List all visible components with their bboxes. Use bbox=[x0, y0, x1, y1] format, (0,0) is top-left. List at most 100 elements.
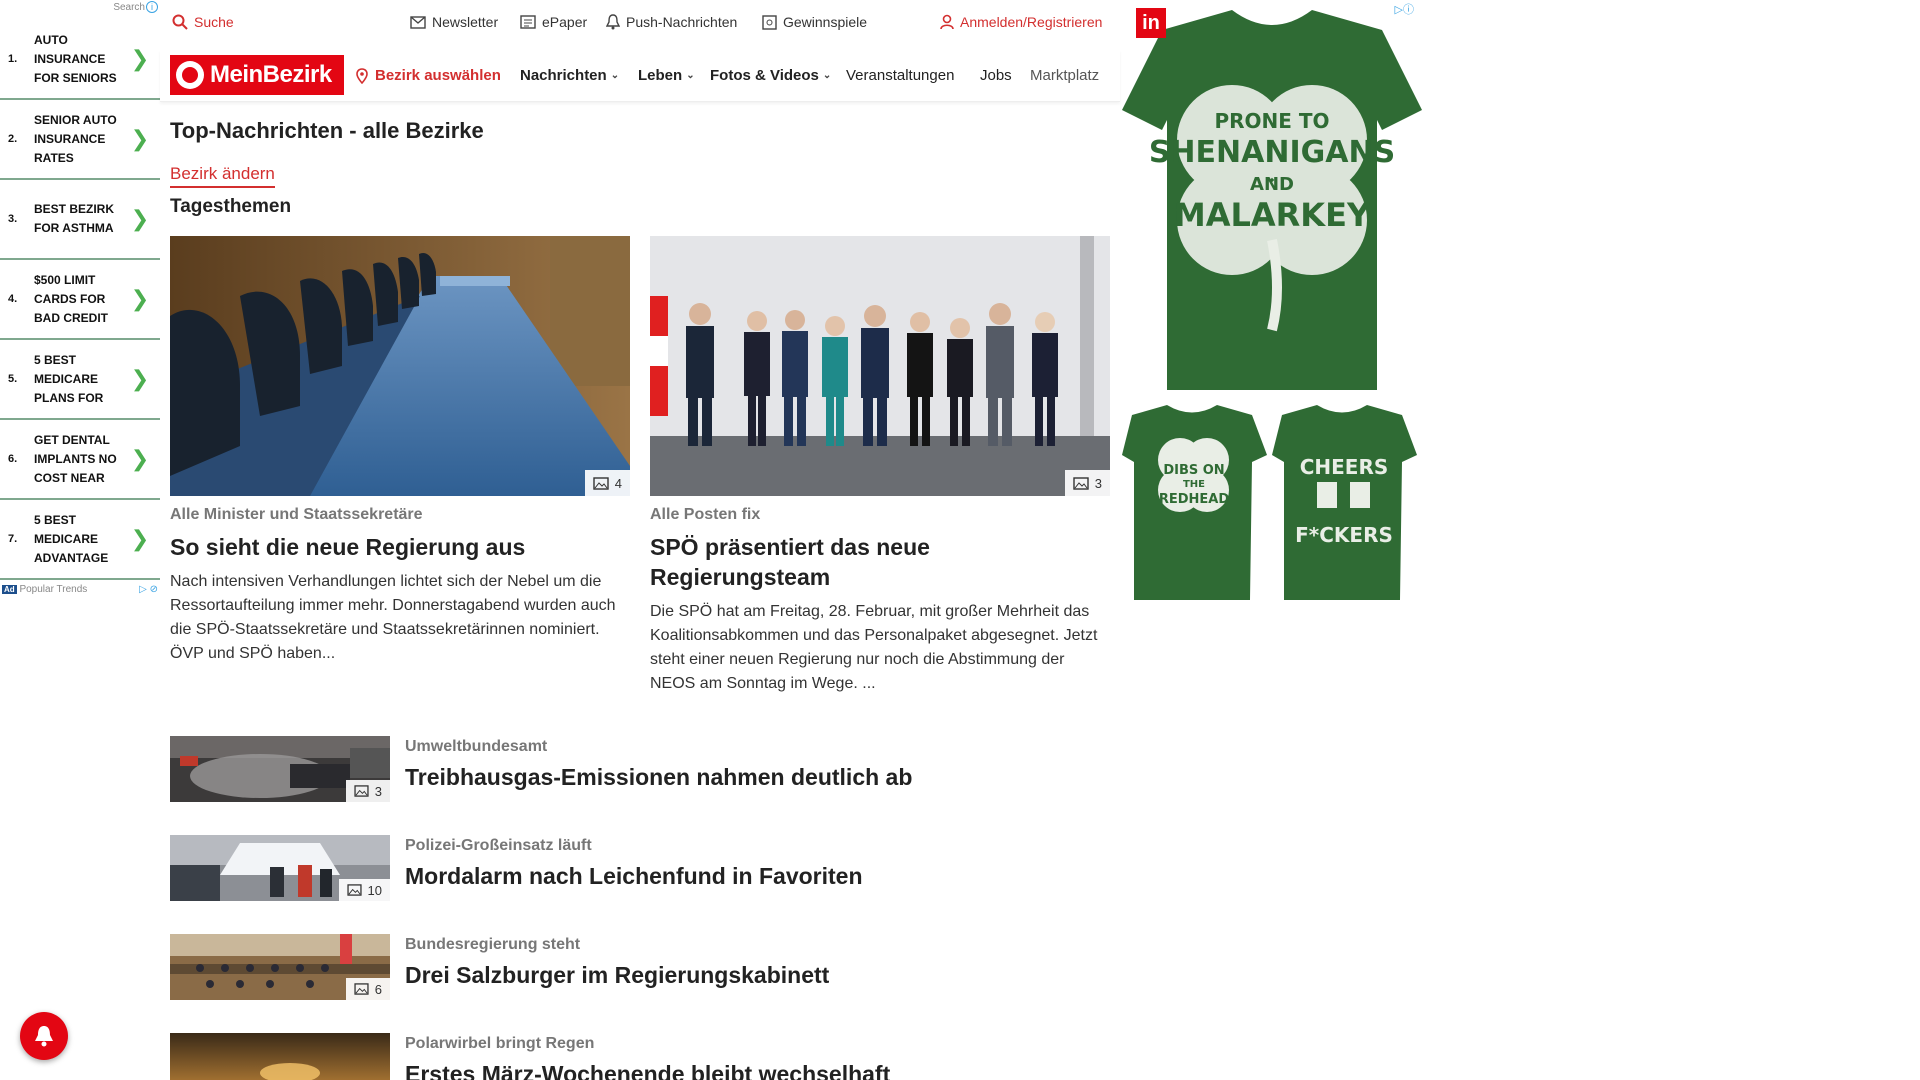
gewinnspiele-label: Gewinnspiele bbox=[783, 14, 868, 30]
advertiser-logo[interactable]: in bbox=[1136, 8, 1166, 38]
article-thumbnail[interactable] bbox=[170, 1033, 390, 1080]
shirt-text-line: PRONE TO bbox=[1214, 109, 1329, 133]
section-title: Tagesthemen bbox=[170, 196, 292, 217]
rainy-sunset-illustration bbox=[170, 1033, 390, 1080]
nav-marktplatz[interactable]: Marktplatz bbox=[1030, 67, 1110, 84]
ad-footer-label: Popular Trends bbox=[19, 584, 88, 595]
chevron-down-icon: ⌄ bbox=[610, 70, 620, 81]
epaper-link[interactable]: ePaper bbox=[520, 14, 587, 30]
bell-icon bbox=[606, 14, 620, 30]
search-label: Suche bbox=[194, 14, 234, 30]
chevron-right-icon: ❯ bbox=[130, 126, 150, 152]
nav-nachrichten[interactable]: Nachrichten ⌄ bbox=[520, 67, 619, 84]
info-icon[interactable]: i bbox=[146, 1, 158, 13]
article-headline[interactable]: SPÖ präsentiert das neue Regierungsteam bbox=[650, 532, 1110, 592]
article-kicker: Polizei-Großeinsatz läuft bbox=[405, 837, 592, 854]
article-list-item[interactable]: Polarwirbel bringt Regen Erstes März-Woc… bbox=[170, 1033, 1110, 1080]
adchoices-icon[interactable]: ▷ ⊘ bbox=[139, 584, 158, 595]
bezirk-select-button[interactable]: Bezirk auswählen bbox=[356, 67, 501, 84]
article-thumbnail[interactable]: 3 bbox=[170, 736, 390, 802]
featured-article-1[interactable]: 4 Alle Minister und Staatssekretäre So s… bbox=[170, 236, 630, 666]
bezirk-change-link[interactable]: Bezirk ändern bbox=[170, 164, 275, 188]
article-kicker: Polarwirbel bringt Regen bbox=[405, 1035, 595, 1052]
epaper-label: ePaper bbox=[542, 14, 588, 30]
photo-count: 4 bbox=[614, 475, 622, 491]
nav-label: Leben bbox=[638, 67, 683, 84]
ad-search-label[interactable]: Search i bbox=[113, 1, 158, 13]
nav-label: Marktplatz bbox=[1030, 67, 1100, 84]
chevron-right-icon: ❯ bbox=[130, 366, 150, 392]
article-list-item[interactable]: 10 Polizei-Großeinsatz läuft Mordalarm n… bbox=[170, 835, 1110, 905]
ad-link-number: 6. bbox=[8, 453, 18, 465]
article-headline[interactable]: Drei Salzburger im Regierungskabinett bbox=[405, 962, 829, 989]
utility-bar: Suche Newsletter ePaper Push-Nachrichten… bbox=[160, 0, 1120, 46]
nav-fotos-videos[interactable]: Fotos & Videos ⌄ bbox=[710, 67, 831, 84]
chevron-right-icon: ❯ bbox=[130, 286, 150, 312]
notification-bell-button[interactable] bbox=[20, 1012, 68, 1060]
adchoices-icon[interactable]: ▷ⓘ bbox=[1395, 1, 1414, 17]
ad-search-text: Search bbox=[113, 2, 145, 13]
article-kicker: Bundesregierung steht bbox=[405, 936, 581, 953]
article-headline[interactable]: So sieht die neue Regierung aus bbox=[170, 532, 630, 562]
nav-jobs[interactable]: Jobs bbox=[980, 67, 1012, 84]
chevron-down-icon: ⌄ bbox=[686, 70, 695, 81]
ad-link-1[interactable]: 1. AUTO INSURANCE FOR SENIORS ❯ bbox=[0, 20, 160, 100]
photo-count-badge: 6 bbox=[345, 978, 390, 1000]
bezirk-select-label: Bezirk auswählen bbox=[375, 67, 501, 84]
gallery-icon bbox=[1073, 476, 1089, 490]
shirt-text-line: SHENANIGANS bbox=[1149, 135, 1395, 170]
article-thumbnail[interactable]: 6 bbox=[170, 934, 390, 1000]
nav-leben[interactable]: Leben ⌄ bbox=[638, 67, 695, 84]
logo-sun-icon bbox=[176, 61, 204, 89]
photo-count: 6 bbox=[374, 981, 382, 997]
push-notifications-link[interactable]: Push-Nachrichten bbox=[606, 14, 737, 30]
article-headline[interactable]: Erstes März-Wochenende bleibt wechselhaf… bbox=[405, 1061, 890, 1080]
login-link[interactable]: Anmelden/Registrieren bbox=[940, 14, 1102, 30]
article-list-item[interactable]: 3 Umweltbundesamt Treibhausgas-Emissione… bbox=[170, 736, 1110, 806]
article-headline[interactable]: Treibhausgas-Emissionen nahmen deutlich … bbox=[405, 764, 912, 791]
ad-link-number: 7. bbox=[8, 533, 18, 545]
chevron-down-icon: ⌄ bbox=[822, 70, 832, 81]
ad-link-text: SENIOR AUTO INSURANCE RATES bbox=[34, 112, 117, 165]
photo-count-badge: 3 bbox=[1064, 470, 1110, 496]
photo-count: 3 bbox=[1094, 475, 1102, 491]
ad-link-2[interactable]: 2. SENIOR AUTO INSURANCE RATES ❯ bbox=[0, 100, 160, 180]
nav-label: Nachrichten bbox=[520, 67, 607, 84]
ad-link-text: 5 BEST MEDICARE PLANS FOR bbox=[34, 352, 104, 405]
newsletter-link[interactable]: Newsletter bbox=[410, 14, 498, 30]
ad-link-4[interactable]: 4. $500 LIMIT CARDS FOR BAD CREDIT ❯ bbox=[0, 260, 160, 340]
photo-count: 10 bbox=[367, 882, 382, 898]
site-logo[interactable]: MeinBezirk bbox=[170, 55, 344, 95]
article-headline[interactable]: Mordalarm nach Leichenfund in Favoriten bbox=[405, 863, 863, 890]
main-navigation: MeinBezirk Bezirk auswählen Nachrichten ⌄… bbox=[160, 50, 1120, 102]
shirt-text-line: F*CKERS bbox=[1295, 523, 1393, 547]
shirt-text-line: AND bbox=[1250, 174, 1294, 195]
ad-link-number: 3. bbox=[8, 213, 18, 225]
ad-link-7[interactable]: 7. 5 BEST MEDICARE ADVANTAGE ❯ bbox=[0, 500, 160, 580]
ad-link-number: 5. bbox=[8, 373, 18, 385]
article-image-parliament-chairs[interactable]: 4 bbox=[170, 236, 630, 496]
chevron-right-icon: ❯ bbox=[130, 526, 150, 552]
search-link[interactable]: Suche bbox=[172, 14, 234, 30]
nav-label: Fotos & Videos bbox=[710, 67, 819, 84]
article-thumbnail[interactable]: 10 bbox=[170, 835, 390, 901]
nav-label: Jobs bbox=[980, 67, 1012, 84]
ad-link-6[interactable]: 6. GET DENTAL IMPLANTS NO COST NEAR ❯ bbox=[0, 420, 160, 500]
ad-footer: Ad Popular Trends ▷ ⊘ bbox=[0, 584, 160, 600]
ad-link-5[interactable]: 5. 5 BEST MEDICARE PLANS FOR ❯ bbox=[0, 340, 160, 420]
ad-link-3[interactable]: 3. BEST BEZIRK FOR ASTHMA ❯ bbox=[0, 180, 160, 260]
nav-veranstaltungen[interactable]: Veranstaltungen bbox=[846, 67, 954, 84]
government-team-illustration bbox=[650, 236, 1110, 496]
featured-article-2[interactable]: 3 Alle Posten fix SPÖ präsentiert das ne… bbox=[650, 236, 1110, 696]
ad-link-number: 4. bbox=[8, 293, 18, 305]
article-teaser: Nach intensiven Verhandlungen lichtet si… bbox=[170, 573, 616, 662]
ad-link-number: 1. bbox=[8, 53, 18, 65]
article-list-item[interactable]: 6 Bundesregierung steht Drei Salzburger … bbox=[170, 934, 1110, 1004]
right-ad-panel[interactable]: PRONE TO SHENANIGANS AND MALARKEY DIBS O… bbox=[1122, 0, 1422, 600]
nav-label: Veranstaltungen bbox=[846, 67, 955, 84]
photo-count-badge: 3 bbox=[345, 780, 390, 802]
article-image-government-team[interactable]: 3 bbox=[650, 236, 1110, 496]
push-label: Push-Nachrichten bbox=[626, 14, 738, 30]
article-kicker: Alle Posten fix bbox=[650, 506, 761, 523]
gewinnspiele-link[interactable]: Gewinnspiele bbox=[762, 14, 867, 30]
